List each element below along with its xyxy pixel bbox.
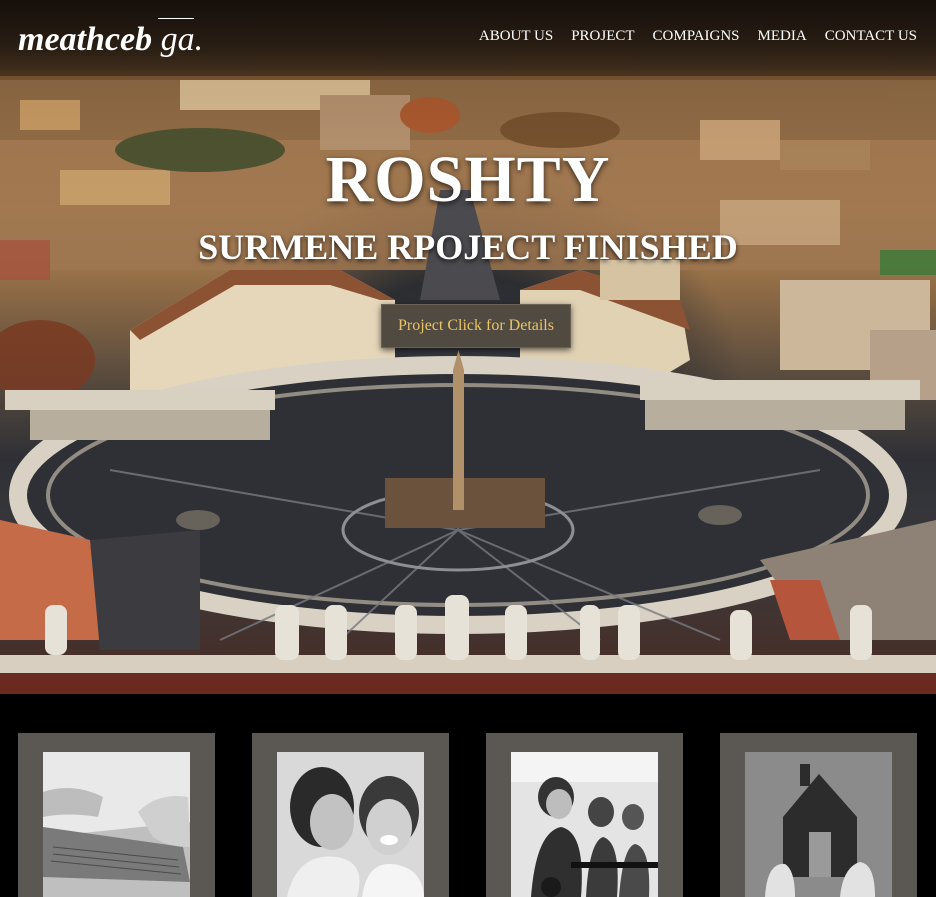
spinning-class-photo <box>511 752 658 897</box>
site-header: meathceb ga. ABOUT US PROJECT COMPAIGNS … <box>0 0 936 76</box>
card-fitness[interactable] <box>486 733 683 897</box>
women-whispering-photo <box>277 752 424 897</box>
nav-compaigns[interactable]: COMPAIGNS <box>653 28 740 45</box>
card-house[interactable] <box>720 733 917 897</box>
house-in-hands-photo <box>745 752 892 897</box>
nav-contact-us[interactable]: CONTACT US <box>825 28 917 45</box>
nav-media[interactable]: MEDIA <box>758 28 807 45</box>
hero-subtitle: SURMENE RPOJECT FINISHED <box>198 227 738 267</box>
nav-project[interactable]: PROJECT <box>571 28 634 45</box>
nav-about-us[interactable]: ABOUT US <box>479 28 553 45</box>
logo-main-text: meathceb <box>18 21 153 58</box>
page: ROSHTY SURMENE RPOJECT FINISHED Project … <box>0 0 936 897</box>
feature-cards <box>0 694 936 897</box>
site-logo[interactable]: meathceb ga. <box>18 18 203 62</box>
project-details-button[interactable]: Project Click for Details <box>381 304 571 348</box>
card-women[interactable] <box>252 733 449 897</box>
hero-title: ROSHTY <box>325 143 611 216</box>
logo-suffix-text: ga. <box>160 21 204 58</box>
main-nav: ABOUT US PROJECT COMPAIGNS MEDIA CONTACT… <box>479 28 917 45</box>
logo-accent-line <box>158 18 194 19</box>
card-laptop[interactable] <box>18 733 215 897</box>
laptop-typing-photo <box>43 752 190 897</box>
hero-banner: ROSHTY SURMENE RPOJECT FINISHED Project … <box>0 0 936 694</box>
